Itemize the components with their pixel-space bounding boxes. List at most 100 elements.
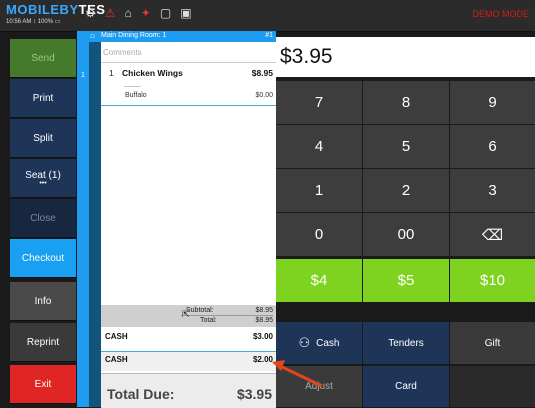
- seat-dots: •••: [39, 179, 47, 187]
- checkout-label: Checkout: [21, 252, 65, 264]
- gift-button[interactable]: Gift: [450, 322, 535, 364]
- empty-key: [450, 366, 535, 407]
- payment-row[interactable]: CASH $2.00: [101, 351, 276, 371]
- tenders-button[interactable]: Tenders: [363, 322, 449, 364]
- exit-label: Exit: [34, 378, 52, 390]
- checkout-button[interactable]: Checkout: [10, 239, 76, 278]
- quick-cash-label: $10: [479, 272, 506, 289]
- key-label: 0: [314, 226, 324, 243]
- total-label: Total:: [200, 317, 217, 324]
- split-label: Split: [33, 132, 53, 144]
- seat-number: 1: [81, 72, 85, 79]
- totals-divider: [181, 315, 273, 316]
- info-label: Info: [34, 295, 52, 307]
- key-2[interactable]: 2: [363, 169, 449, 212]
- total-value: $8.95: [255, 317, 273, 324]
- payment-amount: $3.00: [252, 332, 273, 341]
- backspace-icon: ⌫: [481, 226, 504, 244]
- close-label: Close: [30, 212, 56, 224]
- modifier-name: Buffalo: [125, 92, 147, 99]
- print-button[interactable]: Print: [10, 79, 76, 118]
- key-label: 9: [488, 94, 497, 111]
- send-label: Send: [31, 52, 55, 64]
- card-button[interactable]: Card: [363, 366, 449, 407]
- cash-button[interactable]: ⚇ Cash: [276, 322, 362, 364]
- mouse-cursor-icon: ⇱: [182, 309, 190, 319]
- key-00[interactable]: 00: [363, 213, 449, 256]
- amount-value: $3.95: [280, 45, 333, 68]
- top-icons: ⚙ ⚠ ⌂ ✦ ▢ ▣: [85, 6, 192, 20]
- key-6[interactable]: 6: [450, 125, 535, 168]
- key-1[interactable]: 1: [276, 169, 362, 212]
- key-label: 3: [488, 182, 497, 199]
- key-label: 1: [314, 182, 324, 199]
- seat-button[interactable]: Seat (1) •••: [10, 159, 76, 198]
- payment-row[interactable]: CASH $3.00: [101, 329, 276, 349]
- print-label: Print: [32, 92, 54, 104]
- reprint-button[interactable]: Reprint: [10, 323, 76, 362]
- key-label: 7: [314, 94, 324, 111]
- tenders-label: Tenders: [388, 337, 424, 349]
- item-divider: [101, 105, 276, 106]
- key-label: 8: [401, 94, 411, 111]
- settings-icon[interactable]: ⚙: [85, 6, 96, 20]
- home-icon[interactable]: ⌂: [90, 31, 95, 40]
- order-header: ⌂ Main Dining Room: 1 #1: [89, 31, 276, 42]
- send-button[interactable]: Send: [10, 39, 76, 78]
- key-9[interactable]: 9: [450, 81, 535, 124]
- item-price: $8.95: [251, 68, 273, 78]
- quick-cash-label: $4: [310, 272, 328, 289]
- lock-icon[interactable]: ⌂: [125, 6, 132, 20]
- key-3[interactable]: 3: [450, 169, 535, 212]
- key-label: 00: [397, 226, 415, 243]
- card-label: Card: [395, 381, 417, 392]
- quick-cash-10-button[interactable]: $10: [450, 259, 535, 302]
- reprint-label: Reprint: [26, 336, 60, 348]
- subtotal-value: $8.95: [255, 307, 273, 314]
- close-button[interactable]: Close: [10, 199, 76, 238]
- top-bar: MOBILEBYTES 10:56 AM ↕ 100% ▭ ⚙ ⚠ ⌂ ✦ ▢ …: [0, 0, 535, 32]
- key-4[interactable]: 4: [276, 125, 362, 168]
- key-8[interactable]: 8: [363, 81, 449, 124]
- key-label: 6: [488, 138, 497, 155]
- message-icon[interactable]: ▣: [180, 6, 191, 20]
- key-label: 2: [401, 182, 411, 199]
- seat-strip[interactable]: [77, 31, 89, 407]
- restaurant-icon[interactable]: ✦: [141, 6, 151, 20]
- key-label: 5: [401, 138, 411, 155]
- item-qty: 1: [109, 68, 114, 78]
- modifier-price: $0.00: [255, 92, 273, 99]
- exit-button[interactable]: Exit: [10, 365, 76, 404]
- comments-field[interactable]: Comments: [101, 44, 276, 63]
- alert-icon[interactable]: ⚠: [105, 6, 116, 20]
- chat-icon[interactable]: ▢: [160, 6, 171, 20]
- payment-name: CASH: [105, 355, 128, 364]
- cash-label: Cash: [316, 337, 340, 349]
- backspace-button[interactable]: ⌫: [450, 213, 535, 256]
- person-icon: ⚇: [298, 335, 311, 350]
- subtotal-label: Subtotal:: [186, 307, 214, 314]
- quick-cash-4-button[interactable]: $4: [276, 259, 362, 302]
- split-button[interactable]: Split: [10, 119, 76, 158]
- total-due-bar: Total Due: $3.95: [101, 373, 276, 408]
- modifier-separator: ----------: [124, 84, 141, 90]
- quick-cash-label: $5: [397, 272, 415, 289]
- brand-text-1: MOBILEBY: [6, 2, 79, 17]
- amount-display: $3.95: [276, 37, 535, 77]
- key-label: 4: [314, 138, 324, 155]
- adjust-button[interactable]: Adjust: [276, 366, 362, 407]
- key-7[interactable]: 7: [276, 81, 362, 124]
- tab-number: #1: [265, 32, 273, 39]
- seat-strip-2[interactable]: [89, 31, 101, 407]
- key-5[interactable]: 5: [363, 125, 449, 168]
- quick-cash-5-button[interactable]: $5: [363, 259, 449, 302]
- demo-mode-label: DEMO MODE: [472, 9, 529, 19]
- info-button[interactable]: Info: [10, 282, 76, 321]
- key-0[interactable]: 0: [276, 213, 362, 256]
- total-due-value: $3.95: [236, 386, 272, 402]
- item-name: Chicken Wings: [122, 68, 183, 78]
- room-label: Main Dining Room: 1: [101, 32, 167, 39]
- adjust-label: Adjust: [305, 381, 333, 392]
- status-bar-text: 10:56 AM ↕ 100% ▭: [6, 19, 61, 25]
- gift-label: Gift: [484, 337, 501, 349]
